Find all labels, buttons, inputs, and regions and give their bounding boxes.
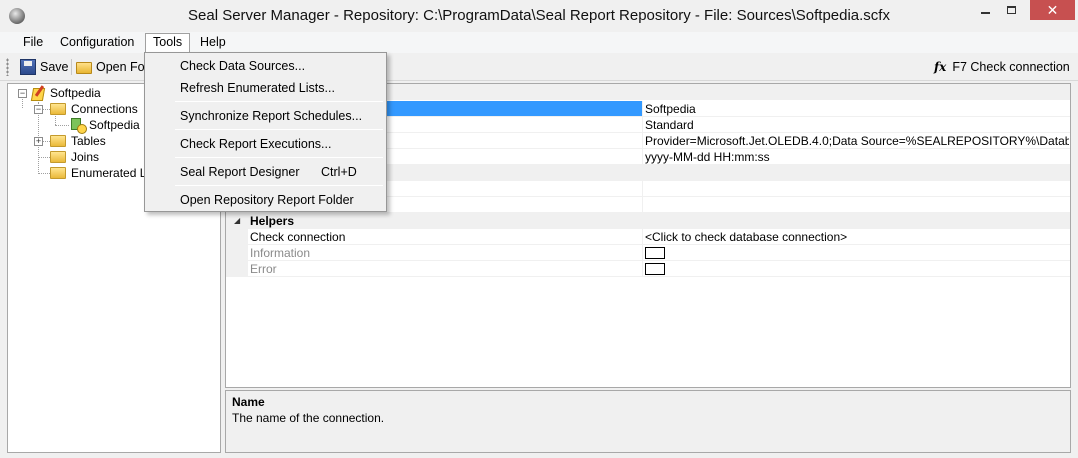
property-name: Information	[250, 246, 311, 260]
window-title: Seal Server Manager - Repository: C:\Pro…	[188, 7, 890, 24]
property-row-check-connection[interactable]: Check connection <Click to check databas…	[226, 229, 1070, 245]
menu-separator	[175, 157, 383, 158]
toolbar-separator	[71, 59, 72, 75]
check-connection-button[interactable]: fx F7 Check connection	[934, 57, 1070, 77]
menu-item-check-data-sources[interactable]: Check Data Sources...	[147, 55, 384, 77]
tree-node-enumerated-lists[interactable]: Enumerated Lis	[50, 165, 155, 181]
toolbar-grip[interactable]	[6, 58, 9, 76]
folder-icon	[76, 62, 92, 74]
tree-node-label: Connections	[71, 102, 138, 116]
menu-item-label: Open Repository Report Folder	[180, 193, 354, 207]
open-folder-label: Open Fol	[96, 60, 148, 74]
description-panel: Name The name of the connection.	[225, 390, 1071, 453]
maximize-button[interactable]	[998, 0, 1024, 20]
folder-icon	[50, 103, 66, 115]
property-value[interactable]: Provider=Microsoft.Jet.OLEDB.4.0;Data So…	[645, 134, 1069, 148]
menu-bar: File Configuration Tools Help	[0, 32, 1078, 54]
tree-node-label: Tables	[71, 134, 106, 148]
tree-node-connection-softpedia[interactable]: Softpedia	[70, 117, 140, 134]
property-value[interactable]: yyyy-MM-dd HH:mm:ss	[645, 150, 1069, 164]
menu-separator	[175, 185, 383, 186]
menu-file[interactable]: File	[16, 34, 50, 52]
tree-node-label: Joins	[71, 150, 100, 164]
menu-help[interactable]: Help	[193, 34, 233, 52]
check-connection-link[interactable]: <Click to check database connection>	[645, 230, 1069, 244]
collapse-triangle-icon[interactable]: ◢	[234, 216, 240, 225]
menu-item-label: Seal Report Designer	[180, 165, 300, 179]
category-helpers[interactable]: ◢ Helpers	[226, 213, 1070, 229]
tools-menu-dropdown: Check Data Sources... Refresh Enumerated…	[144, 52, 387, 212]
menu-item-open-repository-folder[interactable]: Open Repository Report Folder	[147, 189, 384, 211]
property-value[interactable]: Softpedia	[645, 102, 1069, 116]
menu-separator	[175, 101, 383, 102]
property-row-error[interactable]: Error	[226, 261, 1070, 277]
tree-expand-toggle[interactable]: +	[34, 137, 43, 146]
folder-icon	[50, 135, 66, 147]
menu-item-refresh-enumerated-lists[interactable]: Refresh Enumerated Lists...	[147, 77, 384, 99]
save-button[interactable]: Save	[20, 57, 69, 77]
fx-icon: fx	[934, 60, 947, 74]
tree-line	[55, 116, 56, 125]
property-name: Error	[250, 262, 277, 276]
title-bar: Seal Server Manager - Repository: C:\Pro…	[0, 0, 1078, 32]
minimize-icon	[980, 12, 990, 14]
tree-line	[38, 173, 50, 174]
description-title: Name	[232, 395, 265, 409]
property-name: Check connection	[250, 230, 346, 244]
folder-icon	[50, 167, 66, 179]
tree-collapse-toggle[interactable]: −	[18, 89, 27, 98]
connection-icon	[70, 117, 87, 134]
tree-node-connections[interactable]: Connections	[50, 101, 138, 117]
menu-separator	[175, 129, 383, 130]
category-label: Helpers	[250, 214, 295, 228]
tree-line	[55, 125, 71, 126]
tree-node-root[interactable]: Softpedia	[30, 85, 101, 101]
menu-item-seal-report-designer[interactable]: Seal Report Designer Ctrl+D	[147, 161, 384, 183]
menu-item-shortcut: Ctrl+D	[321, 165, 357, 179]
tree-line	[22, 99, 23, 108]
tree-node-tables[interactable]: Tables	[50, 133, 106, 149]
menu-tools[interactable]: Tools	[145, 33, 191, 54]
maximize-icon	[1006, 6, 1016, 14]
close-icon: ✕	[1046, 1, 1059, 18]
menu-item-label: Check Data Sources...	[180, 59, 306, 73]
menu-item-synchronize-schedules[interactable]: Synchronize Report Schedules...	[147, 105, 384, 127]
tree-node-joins[interactable]: Joins	[50, 149, 99, 165]
minimize-button[interactable]	[972, 0, 998, 20]
tree-node-label: Enumerated Lis	[71, 166, 156, 180]
save-label: Save	[40, 60, 69, 74]
tree-line	[38, 157, 50, 158]
menu-item-label: Synchronize Report Schedules...	[180, 109, 363, 123]
open-folder-button[interactable]: Open Fol	[76, 57, 147, 77]
error-value-box	[645, 263, 665, 275]
pencil-icon	[30, 85, 46, 101]
description-text: The name of the connection.	[232, 411, 385, 425]
menu-item-check-report-executions[interactable]: Check Report Executions...	[147, 133, 384, 155]
menu-item-label: Refresh Enumerated Lists...	[180, 81, 335, 95]
menu-item-label: Check Report Executions...	[180, 137, 332, 151]
tree-node-label: Softpedia	[89, 118, 140, 132]
tree-collapse-toggle[interactable]: −	[34, 105, 43, 114]
tree-node-label: Softpedia	[50, 86, 101, 100]
save-icon	[20, 59, 36, 75]
property-row-information[interactable]: Information	[226, 245, 1070, 261]
check-connection-label: F7 Check connection	[952, 60, 1070, 74]
information-value-box	[645, 247, 665, 259]
menu-configuration[interactable]: Configuration	[53, 34, 141, 52]
close-button[interactable]: ✕	[1030, 0, 1075, 20]
property-value[interactable]: Standard	[645, 118, 1069, 132]
folder-icon	[50, 151, 66, 163]
